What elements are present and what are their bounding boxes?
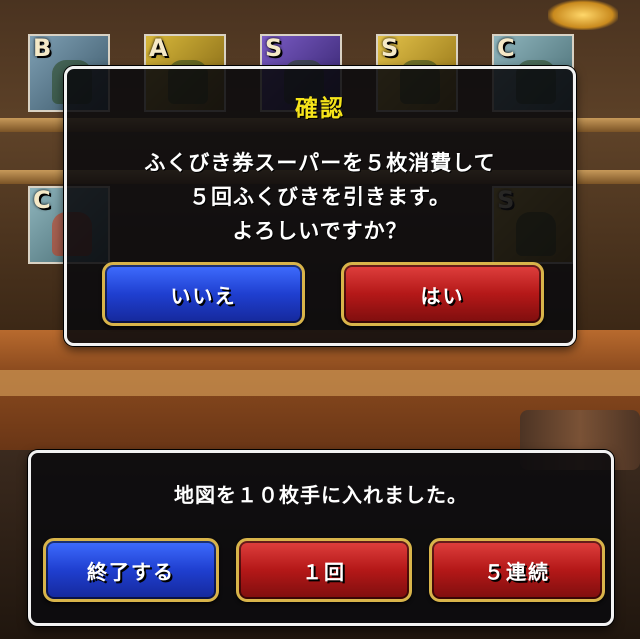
dialog-message-line-2: ５回ふくびきを引きます。 — [189, 185, 451, 209]
counter-trim — [0, 370, 640, 396]
draw-once-button[interactable]: １回 — [236, 538, 412, 602]
result-panel: 地図を１０枚手に入れました。 終了する １回 ５連続 — [28, 450, 614, 626]
draw-once-button-label: １回 — [302, 559, 346, 584]
draw-five-button[interactable]: ５連続 — [429, 538, 605, 602]
card-rank-label: C — [497, 34, 515, 62]
card-rank-label: S — [265, 34, 283, 62]
dialog-title: 確認 — [295, 96, 345, 122]
card-rank-label: B — [33, 34, 52, 62]
dialog-message-line-1: ふくびき券スーパーを５枚消費して — [144, 151, 496, 175]
card-rank-label: A — [149, 34, 168, 62]
draw-five-button-label: ５連続 — [484, 559, 550, 584]
end-button-label: 終了する — [87, 559, 175, 584]
confirm-dialog: 確認 ふくびき券スーパーを５枚消費して ５回ふくびきを引きます。 よろしいですか… — [64, 66, 576, 346]
no-button[interactable]: いいえ — [102, 262, 305, 326]
card-rank-label: C — [33, 186, 51, 214]
result-message: 地図を１０枚手に入れました。 — [174, 483, 468, 507]
ceiling-lamp — [548, 0, 618, 30]
card-rank-label: S — [381, 34, 399, 62]
yes-button[interactable]: はい — [341, 262, 544, 326]
dialog-message-line-3: よろしいですか？ — [232, 219, 408, 243]
yes-button-label: はい — [420, 283, 465, 308]
no-button-label: いいえ — [170, 283, 237, 308]
end-button[interactable]: 終了する — [43, 538, 219, 602]
